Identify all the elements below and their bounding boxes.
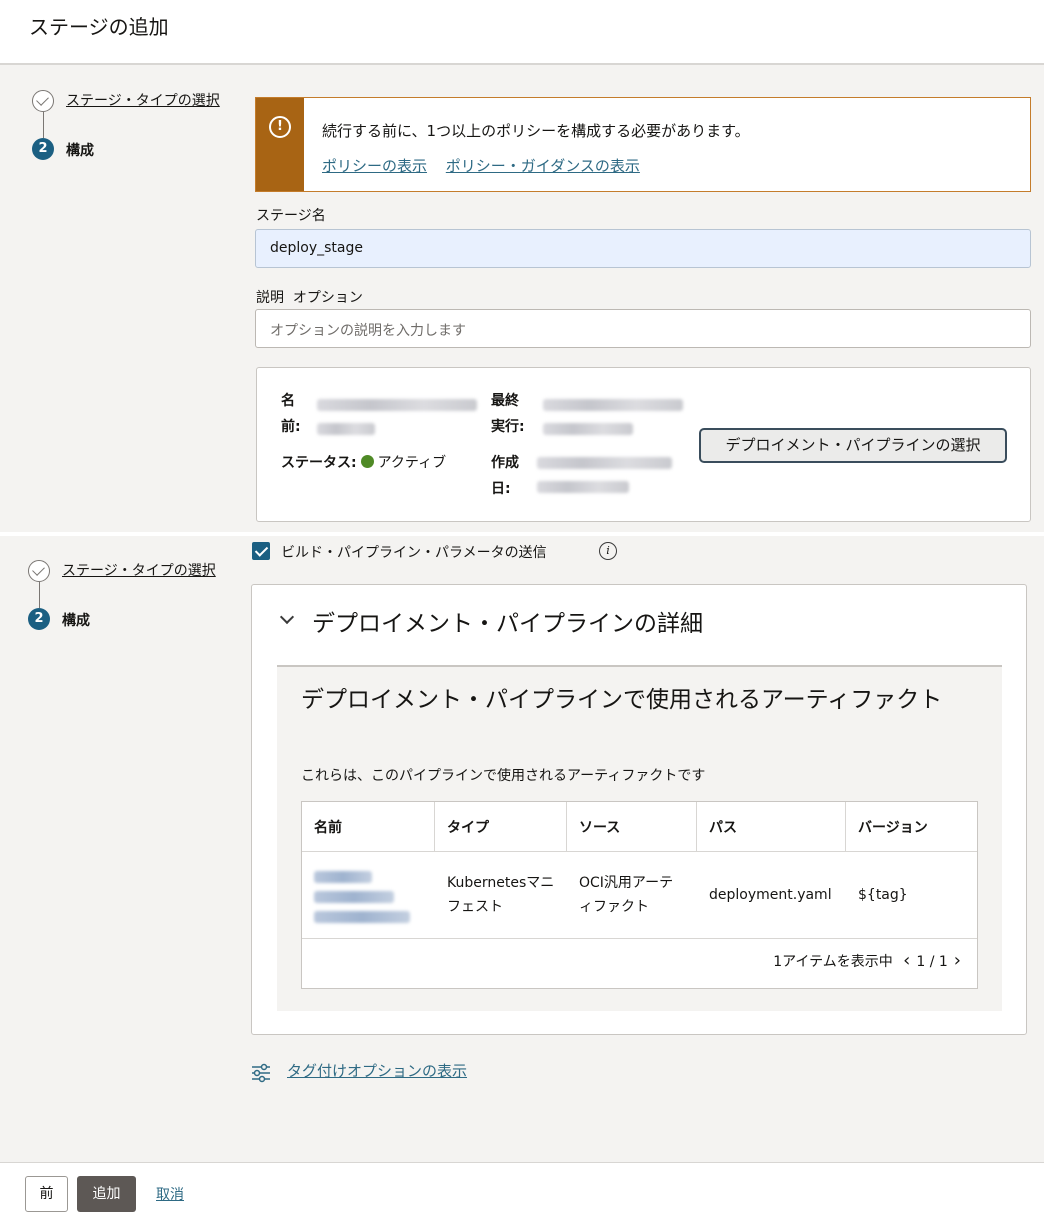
table-row xyxy=(302,852,435,939)
artifact-source: OCI汎用アーティファクト xyxy=(567,852,697,939)
description-label: 説明 オプション xyxy=(256,287,363,307)
col-header-name: 名前 xyxy=(302,802,435,852)
send-build-params-label: ビルド・パイプライン・パラメータの送信 xyxy=(281,545,547,561)
last-run-redacted xyxy=(543,399,683,411)
last-run-redacted-2 xyxy=(543,423,633,435)
status-value: アクティブ xyxy=(377,455,447,471)
created-redacted-2 xyxy=(537,481,629,493)
optional-tag: オプション xyxy=(292,290,363,306)
policy-warning-banner: ! 続行する前に、1つ以上のポリシーを構成する必要があります。 ポリシーの表示 … xyxy=(255,97,1031,192)
pipeline-name-redacted xyxy=(317,399,477,411)
wizard-steps: ステージ・タイプの選択 2 構成 xyxy=(32,90,242,186)
send-build-params-checkbox[interactable] xyxy=(252,542,270,560)
description-input[interactable]: オプションの説明を入力します xyxy=(255,309,1031,348)
stage-name-label: ステージ名 xyxy=(256,208,326,224)
col-header-path: パス xyxy=(697,802,846,852)
artifacts-title: デプロイメント・パイプラインで使用されるアーティファクト xyxy=(301,687,943,713)
view-policies-link[interactable]: ポリシーの表示 xyxy=(322,157,427,175)
pipeline-details-title[interactable]: デプロイメント・パイプラインの詳細 xyxy=(312,604,703,638)
col-header-version: バージョン xyxy=(846,802,977,852)
last-run-label: 最終実行: xyxy=(491,393,525,435)
created-label: 作成日: xyxy=(491,455,519,497)
step-configure: 2 構成 xyxy=(32,138,242,186)
step-select-type[interactable]: ステージ・タイプの選択 xyxy=(32,90,242,138)
artifacts-table: 名前 タイプ ソース パス バージョン Kubernetesマニフェスト OCI… xyxy=(301,801,978,989)
wizard-footer: 前 追加 取消 xyxy=(0,1162,1044,1215)
info-icon[interactable]: i xyxy=(599,542,617,560)
artifacts-subtitle: これらは、このパイプラインで使用されるアーティファクトです xyxy=(301,768,706,784)
artifact-path: deployment.yaml xyxy=(697,852,846,939)
screenshot-divider xyxy=(0,532,1044,536)
step-connector xyxy=(39,582,40,608)
step-connector xyxy=(43,112,44,138)
previous-button[interactable]: 前 xyxy=(25,1176,68,1212)
stage-name-input[interactable]: deploy_stage xyxy=(255,229,1031,268)
warning-message: 続行する前に、1つ以上のポリシーを構成する必要があります。 xyxy=(322,122,750,140)
pipeline-name-label: 名前: xyxy=(281,393,301,435)
chevron-left-icon[interactable]: ‹ xyxy=(903,950,910,971)
step-select-type-link-2[interactable]: ステージ・タイプの選択 xyxy=(62,562,232,580)
page-title: ステージの追加 xyxy=(29,15,169,39)
col-header-type: タイプ xyxy=(435,802,567,852)
view-policy-guidance-link[interactable]: ポリシー・ガイダンスの表示 xyxy=(446,157,640,175)
select-deployment-pipeline-button[interactable]: デプロイメント・パイプラインの選択 xyxy=(699,428,1007,463)
chevron-down-icon[interactable] xyxy=(279,609,295,625)
add-button[interactable]: 追加 xyxy=(77,1176,136,1212)
created-redacted xyxy=(537,457,672,469)
artifacts-section: デプロイメント・パイプラインで使用されるアーティファクト これらは、このパイプラ… xyxy=(277,665,1002,1011)
warning-icon: ! xyxy=(269,116,291,138)
step-configure-label-2: 構成 xyxy=(62,613,90,629)
artifact-name-redacted[interactable] xyxy=(314,863,414,927)
page-indicator: 1 / 1 xyxy=(916,954,948,970)
table-pagination: 1アイテムを表示中 ‹ 1 / 1 › xyxy=(773,950,967,971)
step-select-type-2[interactable]: ステージ・タイプの選択 xyxy=(28,560,238,608)
step-number-badge: 2 xyxy=(32,138,54,160)
pipeline-details-panel: デプロイメント・パイプラインの詳細 デプロイメント・パイプラインで使用されるアー… xyxy=(251,584,1027,1035)
step-configure-2: 2 構成 xyxy=(28,608,238,656)
status-dot-icon xyxy=(360,455,374,468)
sliders-icon[interactable] xyxy=(250,1062,272,1084)
status-label: ステータス: アクティブ xyxy=(281,450,446,476)
step-configure-label: 構成 xyxy=(66,143,94,159)
col-header-source: ソース xyxy=(567,802,697,852)
chevron-right-icon[interactable]: › xyxy=(954,950,961,971)
step-number-badge: 2 xyxy=(28,608,50,630)
cancel-link[interactable]: 取消 xyxy=(156,1184,184,1204)
warning-stripe: ! xyxy=(256,98,304,191)
page-header: ステージの追加 xyxy=(0,0,1044,65)
description-label-text: 説明 xyxy=(256,290,284,306)
check-circle-icon xyxy=(28,560,50,582)
check-circle-icon xyxy=(32,90,54,112)
wizard-steps-2: ステージ・タイプの選択 2 構成 xyxy=(28,560,238,656)
artifact-type: Kubernetesマニフェスト xyxy=(435,852,567,939)
show-tagging-options-link[interactable]: タグ付けオプションの表示 xyxy=(287,1060,467,1081)
step-select-type-link[interactable]: ステージ・タイプの選択 xyxy=(66,92,236,110)
items-showing-text: 1アイテムを表示中 xyxy=(773,954,893,970)
artifact-version: ${tag} xyxy=(846,852,977,939)
status-label-text: ステータス: xyxy=(281,455,357,471)
pipeline-name-redacted-2 xyxy=(317,423,375,435)
